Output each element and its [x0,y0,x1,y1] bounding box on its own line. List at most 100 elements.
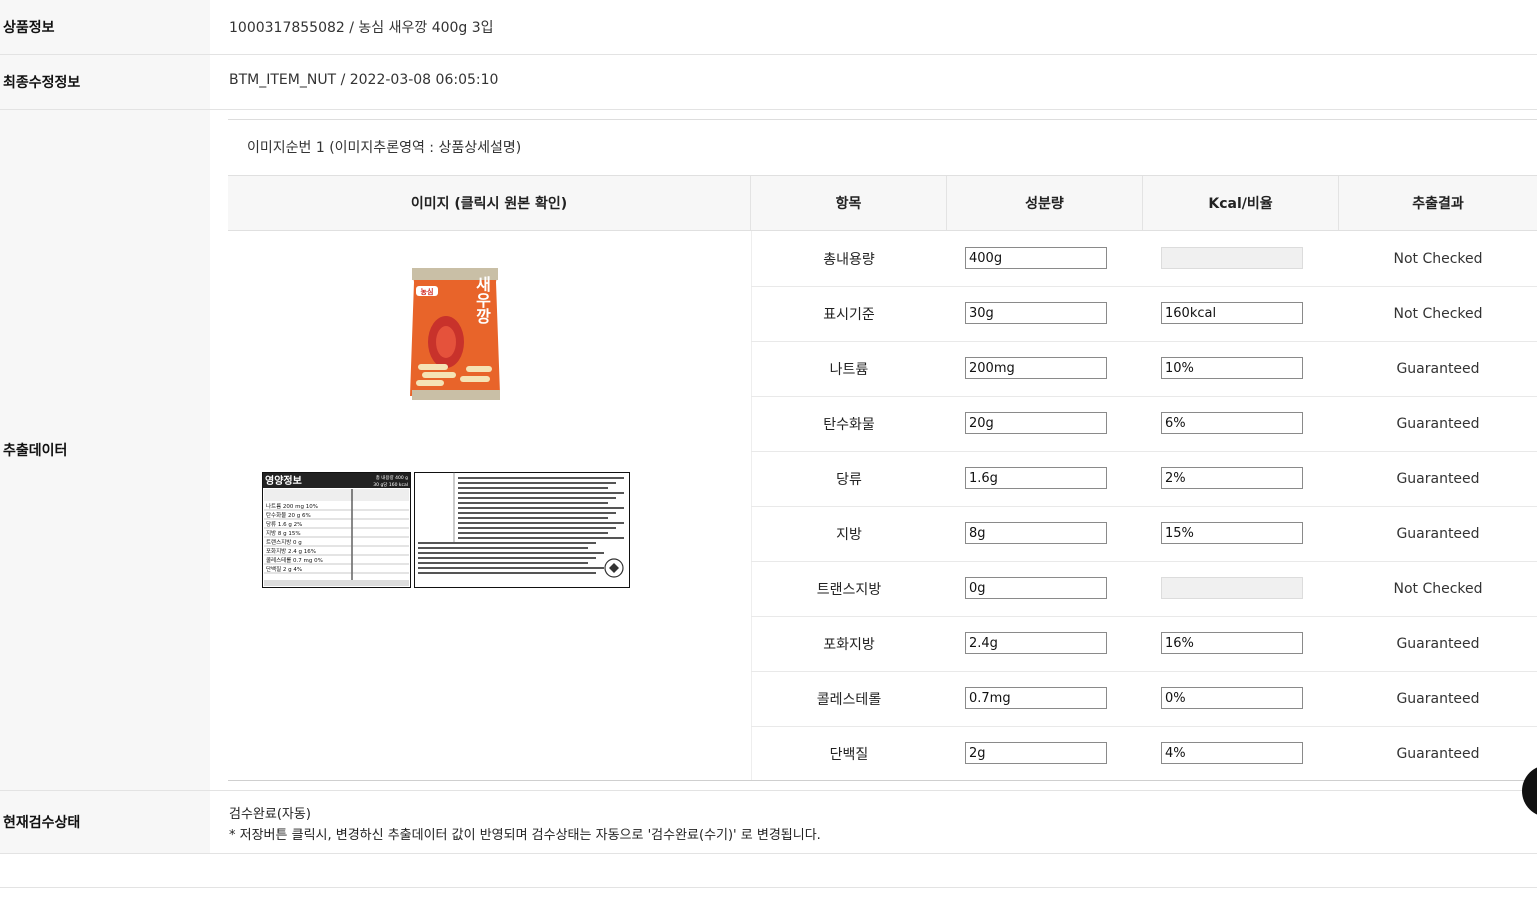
ingredient-text-line [458,477,624,479]
extraction-top-border [228,119,1537,120]
table-row: 표시기준 Not Checked [751,286,1537,341]
nutrition-row-text: 탄수화물 20 g 6% [266,511,311,519]
header-result: 추출결과 [1412,196,1464,212]
extraction-table-header: 이미지 (클릭시 원본 확인) 항목 성분량 Kcal/비율 추출결과 [228,175,1537,231]
ingredient-text-line [418,557,596,559]
snack-bag-image[interactable]: 농심 새우깡 [408,264,502,402]
divider [0,109,1537,110]
amount-input[interactable] [965,467,1107,489]
ingredient-text-line [418,552,604,554]
kcal-ratio-input [1161,247,1303,269]
divider [0,54,1537,55]
ingredient-text-line [458,482,616,484]
table-row: 포화지방 Guaranteed [751,616,1537,671]
header-amount: 성분량 [947,176,1143,230]
ingredient-text-line [458,502,608,504]
header-kcal-ratio: Kcal/비율 [1143,176,1339,230]
bag-brand-text: 농심 [421,287,434,296]
kcal-ratio-input[interactable] [1161,632,1303,654]
nutrition-row-text: 포화지방 2.4 g 16% [266,547,316,555]
ingredient-text-line [458,512,616,514]
ingredient-text-line [458,507,624,509]
divider [0,887,1537,888]
kcal-ratio-input [1161,577,1303,599]
product-info-value: 1000317855082 / 농심 새우깡 400g 3입 [229,20,494,36]
row-item-label: 탄수화물 [823,416,875,433]
ingredient-text-line [418,547,588,549]
ingredient-text-line [458,537,624,539]
extraction-result: Guaranteed [1396,360,1480,377]
kcal-ratio-input[interactable] [1161,302,1303,324]
table-row: 지방 Guaranteed [751,506,1537,561]
last-modified-label: 최종수정정보 [0,55,210,109]
divider [0,853,1537,854]
row-item-label: 총내용량 [823,251,875,268]
kcal-ratio-input[interactable] [1161,742,1303,764]
amount-input[interactable] [965,412,1107,434]
ingredients-label-image[interactable] [414,472,630,588]
amount-input[interactable] [965,632,1107,654]
row-item-label: 지방 [836,526,862,543]
nutrition-row-text: 지방 8 g 15% [266,529,301,537]
row-item-label: 포화지방 [823,636,875,653]
row-item-label: 나트륨 [829,361,869,378]
divider [0,790,1537,791]
extraction-result: Not Checked [1393,580,1483,597]
row-item-label: 트랜스지방 [816,581,882,598]
ingredient-text-line [418,572,596,574]
amount-input[interactable] [965,357,1107,379]
ingredient-text-line [458,522,624,524]
image-sequence-title: 이미지순번 1 (이미지추론영역 : 상품상세설명) [247,140,522,156]
ingredient-text-line [418,567,604,569]
extraction-data-label: 추출데이터 [0,110,210,790]
review-status-label: 현재검수상태 [0,791,210,853]
ingredient-text-line [458,497,616,499]
amount-input[interactable] [965,247,1107,269]
last-modified-value: BTM_ITEM_NUT / 2022-03-08 06:05:10 [229,72,499,88]
ingredient-text-line [418,542,596,544]
extraction-table-bottom [228,780,1537,781]
nutrition-total-text: 총 내용량 400 g [376,474,408,481]
extraction-result: Guaranteed [1396,690,1480,707]
nutrition-serving-text: 30 g당 160 kcal [373,481,408,488]
table-row: 트랜스지방 Not Checked [751,561,1537,616]
product-detail-page: 상품정보 1000317855082 / 농심 새우깡 400g 3입 최종수정… [0,0,1537,907]
nutrition-title-text: 영양정보 [265,474,302,487]
amount-input[interactable] [965,522,1107,544]
nutrition-label-image[interactable]: 영양정보 총 내용량 400 g 30 g당 160 kcal 나트륨 200 … [262,472,411,588]
nutrition-row-text: 콜레스테롤 0.7 mg 0% [266,556,323,564]
kcal-ratio-input[interactable] [1161,467,1303,489]
row-item-label: 콜레스테롤 [816,691,882,708]
amount-input[interactable] [965,302,1107,324]
header-item: 항목 [751,176,947,230]
amount-input[interactable] [965,687,1107,709]
table-row: 단백질 Guaranteed [751,726,1537,781]
kcal-ratio-input[interactable] [1161,687,1303,709]
ingredient-text-line [458,492,624,494]
amount-input[interactable] [965,742,1107,764]
extraction-result: Guaranteed [1396,525,1480,542]
ingredient-text-line [458,517,608,519]
kcal-ratio-input[interactable] [1161,412,1303,434]
nutrition-row-text: 당류 1.6 g 2% [266,521,302,528]
kcal-ratio-input[interactable] [1161,522,1303,544]
extraction-result: Guaranteed [1396,470,1480,487]
review-status-note: * 저장버튼 클릭시, 변경하신 추출데이터 값이 반영되며 검수상태는 자동으… [229,828,821,843]
extraction-result: Guaranteed [1396,415,1480,432]
table-row: 총내용량 Not Checked [751,231,1537,286]
ingredient-text-line [458,487,608,489]
review-status-value: 검수완료(자동) [229,807,311,822]
row-item-label: 당류 [836,471,862,488]
extraction-result: Not Checked [1393,305,1483,322]
kcal-ratio-input[interactable] [1161,357,1303,379]
nutrition-row-text: 나트륨 200 mg 10% [266,502,318,510]
amount-input[interactable] [965,577,1107,599]
bag-name-text: 새우깡 [473,276,492,325]
extraction-result: Guaranteed [1396,635,1480,652]
row-item-label: 표시기준 [823,306,875,323]
nutrition-row-text: 단백질 2 g 4% [266,565,302,573]
ingredient-text-line [458,527,616,529]
ingredient-text-line [418,562,588,564]
nutrition-row-text: 트랜스지방 0 g [266,538,302,546]
extraction-result: Guaranteed [1396,745,1480,762]
